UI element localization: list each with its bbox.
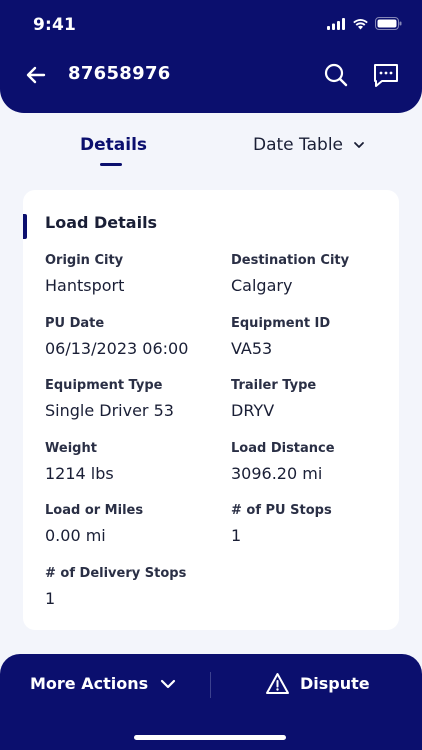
field-trailer-type: Trailer Type DRYV <box>231 378 316 420</box>
field-value: 3096.20 mi <box>231 464 323 483</box>
field-label: # of PU Stops <box>231 503 332 518</box>
field-value: Calgary <box>231 276 293 295</box>
battery-icon <box>375 17 402 30</box>
arrow-left-icon <box>26 66 46 84</box>
field-value: VA53 <box>231 339 273 358</box>
field-label: Equipment ID <box>231 316 331 331</box>
field-value: 1 <box>231 526 242 545</box>
field-pu-stops: # of PU Stops 1 <box>231 503 332 545</box>
field-destination-city: Destination City Calgary <box>231 253 349 295</box>
tab-bar: Details Date Table <box>0 132 422 170</box>
field-value: 1 <box>45 589 56 608</box>
chevron-down-icon <box>354 142 364 148</box>
field-weight: Weight 1214 lbs <box>45 441 114 483</box>
bottom-bar-divider <box>210 672 211 698</box>
back-button[interactable] <box>24 63 48 87</box>
search-icon <box>324 63 348 87</box>
field-label: # of Delivery Stops <box>45 566 187 581</box>
card-accent-bar <box>23 214 27 239</box>
warning-triangle-icon <box>266 673 289 694</box>
field-value: 0.00 mi <box>45 526 106 545</box>
cellular-signal-icon <box>327 17 345 30</box>
active-tab-indicator <box>100 163 122 166</box>
tab-details[interactable]: Details <box>80 135 147 155</box>
field-load-distance: Load Distance 3096.20 mi <box>231 441 335 483</box>
field-value: Single Driver 53 <box>45 401 174 420</box>
field-label: Destination City <box>231 253 350 268</box>
field-value: Hantsport <box>45 276 125 295</box>
chat-button[interactable] <box>372 62 400 88</box>
status-icons <box>327 17 402 30</box>
field-value: 06/13/2023 06:00 <box>45 339 189 358</box>
card-title: Load Details <box>45 213 158 232</box>
field-label: PU Date <box>45 316 105 331</box>
field-pu-date: PU Date 06/13/2023 06:00 <box>45 316 188 358</box>
status-bar: 9:41 <box>0 0 422 50</box>
field-equipment-id: Equipment ID VA53 <box>231 316 330 358</box>
field-label: Load or Miles <box>45 503 144 518</box>
chat-icon <box>374 64 398 87</box>
dispute-label: Dispute <box>300 674 370 693</box>
field-label: Origin City <box>45 253 124 268</box>
tab-date-table[interactable]: Date Table <box>253 135 365 155</box>
load-id-title: 87658976 <box>68 63 171 84</box>
wifi-icon <box>353 18 368 29</box>
app-header: 9:41 87658976 <box>0 0 422 113</box>
field-delivery-stops: # of Delivery Stops 1 <box>45 566 186 608</box>
field-value: DRYV <box>231 401 275 420</box>
load-details-card: Load Details Origin City Hantsport Desti… <box>23 190 399 630</box>
more-actions-label: More Actions <box>30 674 149 693</box>
chevron-down-icon <box>161 679 176 688</box>
nav-bar: 87658976 <box>0 55 422 95</box>
bottom-action-bar: More Actions Dispute <box>0 654 422 750</box>
tab-date-table-label: Date Table <box>253 135 343 155</box>
field-label: Equipment Type <box>45 378 163 393</box>
field-value: 1214 lbs <box>45 464 114 483</box>
field-label: Trailer Type <box>231 378 317 393</box>
field-label: Load Distance <box>231 441 335 456</box>
field-origin-city: Origin City Hantsport <box>45 253 124 295</box>
dispute-button[interactable]: Dispute <box>265 672 370 695</box>
home-indicator <box>134 735 286 740</box>
field-load-or-miles: Load or Miles 0.00 mi <box>45 503 143 545</box>
field-equipment-type: Equipment Type Single Driver 53 <box>45 378 174 420</box>
status-time: 9:41 <box>33 15 77 35</box>
more-actions-button[interactable]: More Actions <box>30 674 176 693</box>
search-button[interactable] <box>323 62 349 88</box>
field-label: Weight <box>45 441 97 456</box>
